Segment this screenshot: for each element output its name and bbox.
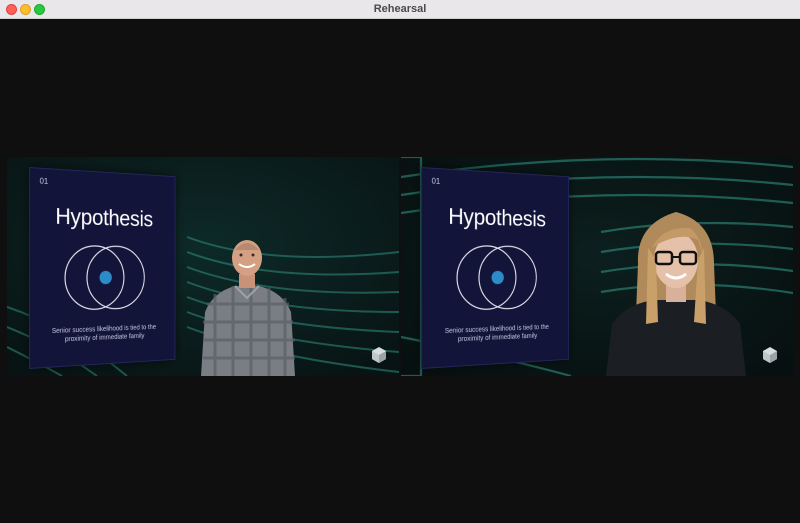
title-bar: Rehearsal [0,0,800,19]
slide-caption: Senior success likelihood is tied to the… [444,324,549,344]
presentation-slide: 01 Hypothesis Senior success likelihood … [421,167,569,369]
app-window: Rehearsal 01 Hypothesis Senior success l… [0,0,800,523]
slide-caption: Senior success likelihood is tied to the… [51,324,157,344]
presenter-video [201,240,295,376]
presenter-video [606,212,746,376]
video-tile-left: 01 Hypothesis Senior success likelihood … [7,157,399,376]
venn-diagram [456,237,537,319]
video-tile-right: 01 Hypothesis Senior success likelihood … [401,157,793,376]
venn-diagram [64,237,145,319]
slide-title: Hypothesis [55,203,153,232]
window-title: Rehearsal [373,3,427,15]
slide-number: 01 [431,176,441,186]
slide-number: 01 [39,176,49,186]
cube-logo-icon [372,347,386,363]
presentation-slide: 01 Hypothesis Senior success likelihood … [29,167,176,369]
slide-title: Hypothesis [448,203,546,232]
cube-logo-icon [763,347,777,363]
